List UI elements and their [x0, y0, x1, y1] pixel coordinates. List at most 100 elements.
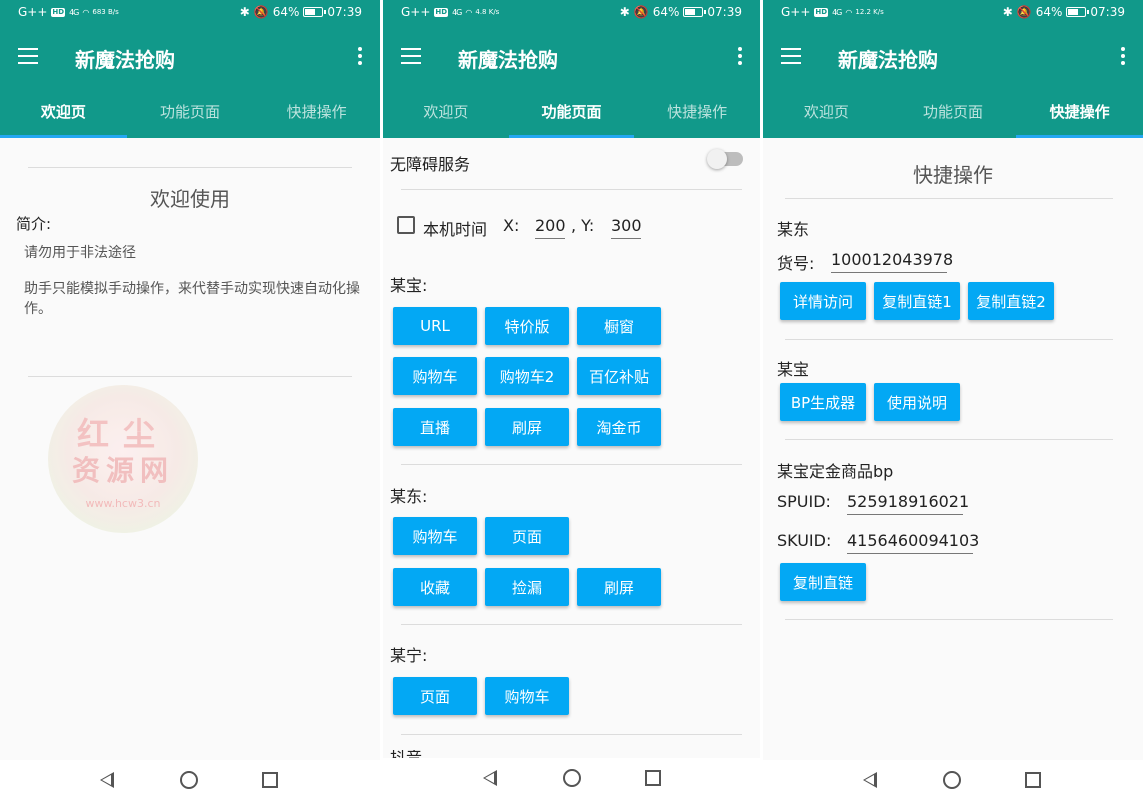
copy-link1-button[interactable]: 复制直链1: [874, 282, 960, 320]
divider: [28, 376, 352, 377]
sn-page-button[interactable]: 页面: [393, 677, 477, 715]
home-icon[interactable]: [563, 769, 581, 787]
status-bar: G++ HD 4G ◠ 683 B/s ✱ 🔕 64% 07:39: [0, 0, 380, 26]
wifi-icon: ◠: [82, 7, 89, 17]
tb-live-button[interactable]: 直播: [393, 408, 477, 446]
warning-text: 请勿用于非法途径: [24, 245, 136, 261]
wifi-icon: ◠: [845, 7, 852, 17]
tab-quick-actions[interactable]: 快捷操作: [634, 88, 760, 138]
home-icon[interactable]: [943, 771, 961, 789]
tb-special-button[interactable]: 特价版: [485, 307, 569, 345]
tb-subsidy-button[interactable]: 百亿补贴: [577, 357, 661, 395]
phone-screen-welcome: G++ HD 4G ◠ 683 B/s ✱ 🔕 64% 07:39 新魔法抢购 …: [0, 0, 380, 800]
tab-quick-actions[interactable]: 快捷操作: [253, 88, 380, 138]
recents-icon[interactable]: [262, 772, 278, 788]
goods-number-input[interactable]: 100012043978: [831, 250, 953, 273]
net-speed: 683 B/s: [92, 8, 119, 16]
home-icon[interactable]: [180, 771, 198, 789]
watermark-text: 资源网: [71, 454, 174, 487]
menu-icon[interactable]: [401, 48, 421, 64]
tab-welcome[interactable]: 欢迎页: [383, 88, 509, 138]
welcome-heading: 欢迎使用: [150, 187, 230, 211]
signal-icon: 4G: [69, 7, 79, 17]
mute-icon: 🔕: [633, 5, 649, 19]
quick-actions-heading: 快捷操作: [913, 163, 993, 187]
local-time-checkbox[interactable]: [397, 216, 415, 234]
tb-cart-button[interactable]: 购物车: [393, 357, 477, 395]
bp-generator-button[interactable]: BP生成器: [780, 383, 866, 421]
clock: 07:39: [1090, 5, 1125, 19]
clock: 07:39: [327, 5, 362, 19]
accessibility-label: 无障碍服务: [390, 155, 471, 174]
spuid-label: SPUID:: [777, 492, 831, 511]
clock: 07:39: [707, 5, 742, 19]
divider: [785, 619, 1113, 620]
watermark-logo: 红尘 资源网 www.hcw3.cn: [48, 385, 198, 533]
section-title: 某宁:: [390, 646, 428, 665]
app-title: 新魔法抢购: [838, 48, 938, 72]
more-options-icon[interactable]: [1121, 47, 1125, 65]
app-title: 新魔法抢购: [458, 48, 558, 72]
jd-refresh-button[interactable]: 刷屏: [577, 568, 661, 606]
intro-label: 简介:: [16, 215, 52, 233]
back-icon[interactable]: [100, 772, 114, 788]
tab-bar: 欢迎页 功能页面 快捷操作: [763, 88, 1143, 138]
tab-welcome[interactable]: 欢迎页: [763, 88, 890, 138]
network-type: G++: [18, 5, 48, 19]
tb-url-button[interactable]: URL: [393, 307, 477, 345]
network-type: G++: [781, 5, 811, 19]
tb-cart2-button[interactable]: 购物车2: [485, 357, 569, 395]
x-label: X:: [503, 216, 520, 235]
tab-features[interactable]: 功能页面: [508, 88, 635, 138]
local-time-label: 本机时间: [423, 220, 488, 239]
divider: [785, 439, 1113, 440]
tb-coins-button[interactable]: 淘金币: [577, 408, 661, 446]
copy-link2-button[interactable]: 复制直链2: [968, 282, 1054, 320]
skuid-input[interactable]: 4156460094103: [847, 531, 979, 554]
tab-features[interactable]: 功能页面: [890, 88, 1017, 138]
tab-features[interactable]: 功能页面: [127, 88, 254, 138]
menu-icon[interactable]: [18, 48, 38, 64]
hd-badge: HD: [814, 7, 829, 17]
battery-icon: [1066, 7, 1090, 17]
detail-visit-button[interactable]: 详情访问: [780, 282, 866, 320]
instructions-button[interactable]: 使用说明: [874, 383, 960, 421]
back-icon[interactable]: [863, 772, 877, 788]
tab-welcome[interactable]: 欢迎页: [0, 88, 127, 138]
battery-icon: [303, 7, 327, 17]
divider: [785, 339, 1113, 340]
x-input[interactable]: 200: [535, 216, 566, 239]
recents-icon[interactable]: [1025, 772, 1041, 788]
battery-percent: 64%: [652, 5, 680, 19]
jd-page-button[interactable]: 页面: [485, 517, 569, 555]
menu-icon[interactable]: [781, 48, 801, 64]
back-icon[interactable]: [483, 770, 497, 786]
accessibility-switch[interactable]: [707, 149, 743, 169]
more-options-icon[interactable]: [738, 47, 742, 65]
status-bar: G++ HD 4G ◠ 4.8 K/s ✱ 🔕 64% 07:39: [383, 0, 760, 26]
skuid-label: SKUID:: [777, 531, 832, 550]
watermark-url: www.hcw3.cn: [85, 497, 161, 510]
hd-badge: HD: [51, 7, 66, 17]
y-label: , Y:: [571, 216, 595, 235]
deposit-section-title: 某宝定金商品bp: [777, 462, 894, 481]
tb-refresh-button[interactable]: 刷屏: [485, 408, 569, 446]
divider: [401, 189, 742, 190]
app-bar: 新魔法抢购: [0, 26, 380, 88]
tb-showcase-button[interactable]: 橱窗: [577, 307, 661, 345]
tb-section-title: 某宝: [777, 360, 810, 379]
jd-deal-button[interactable]: 捡漏: [485, 568, 569, 606]
y-input[interactable]: 300: [611, 216, 642, 239]
more-options-icon[interactable]: [358, 47, 362, 65]
copy-link-button[interactable]: 复制直链: [780, 563, 866, 601]
jd-cart-button[interactable]: 购物车: [393, 517, 477, 555]
app-bar: 新魔法抢购: [383, 26, 760, 88]
tab-quick-actions[interactable]: 快捷操作: [1016, 88, 1143, 138]
recents-icon[interactable]: [645, 770, 661, 786]
sn-cart-button[interactable]: 购物车: [485, 677, 569, 715]
divider: [785, 198, 1113, 199]
spuid-input[interactable]: 525918916021: [847, 492, 969, 515]
section-title: 某东:: [390, 487, 428, 506]
jd-favorite-button[interactable]: 收藏: [393, 568, 477, 606]
tab-bar: 欢迎页 功能页面 快捷操作: [383, 88, 760, 138]
